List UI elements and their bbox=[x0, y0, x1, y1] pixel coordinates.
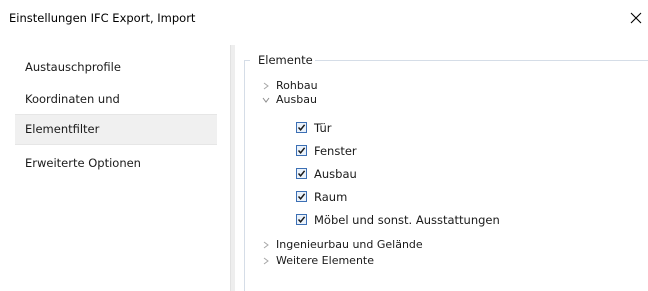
pane-divider[interactable] bbox=[230, 45, 235, 291]
close-button[interactable] bbox=[624, 6, 648, 30]
settings-dialog: Einstellungen IFC Export, Import Austaus… bbox=[0, 0, 648, 291]
tree-node-label: Rohbau bbox=[276, 79, 318, 92]
tree-node-label: Ingenieurbau und Gelände bbox=[276, 238, 423, 251]
tree-node-rohbau[interactable]: Rohbau bbox=[263, 79, 318, 93]
checkbox[interactable] bbox=[296, 214, 307, 225]
collapse-arrow-icon[interactable] bbox=[262, 96, 270, 104]
checkbox[interactable] bbox=[296, 122, 307, 133]
checkbox[interactable] bbox=[296, 191, 307, 202]
groupbox-label: Elemente bbox=[256, 53, 315, 67]
checkmark-icon bbox=[297, 193, 306, 200]
expand-arrow-icon[interactable] bbox=[262, 241, 270, 249]
close-icon bbox=[630, 12, 642, 24]
checkmark-icon bbox=[297, 170, 306, 177]
settings-sidebar: Austauschprofile Koordinaten und Längenp… bbox=[0, 36, 230, 291]
groupbox-border bbox=[304, 60, 648, 61]
sidebar-item-label: Erweiterte Optionen bbox=[25, 156, 141, 170]
tree-node-ingenieurbau[interactable]: Ingenieurbau und Gelände bbox=[263, 238, 423, 252]
sidebar-item-label: Austauschprofile bbox=[25, 60, 121, 74]
expand-arrow-icon[interactable] bbox=[262, 257, 270, 265]
checkmark-icon bbox=[297, 147, 306, 154]
checkmark-icon bbox=[297, 216, 306, 223]
checkbox-label: Tür bbox=[314, 121, 332, 135]
checkbox-label: Raum bbox=[314, 190, 348, 204]
tree-node-label: Weitere Elemente bbox=[276, 254, 374, 267]
sidebar-item-elementfilter[interactable]: Elementfilter bbox=[15, 114, 217, 145]
sidebar-item-austauschprofile[interactable]: Austauschprofile bbox=[15, 53, 217, 81]
checkbox-label: Ausbau bbox=[314, 167, 357, 181]
checkbox[interactable] bbox=[296, 145, 307, 156]
checkbox-label: Möbel und sonst. Ausstattungen bbox=[314, 213, 500, 227]
tree-node-weitere-elemente[interactable]: Weitere Elemente bbox=[263, 254, 374, 268]
checkmark-icon bbox=[297, 124, 306, 131]
dialog-title: Einstellungen IFC Export, Import bbox=[9, 11, 196, 25]
sidebar-item-label: Elementfilter bbox=[25, 122, 100, 136]
sidebar-item-koordinaten[interactable]: Koordinaten und Längenparameter bbox=[15, 85, 217, 134]
title-bar: Einstellungen IFC Export, Import bbox=[0, 0, 648, 36]
tree-node-ausbau[interactable]: Ausbau bbox=[262, 93, 317, 107]
tree-node-label: Ausbau bbox=[276, 93, 317, 106]
sidebar-item-erweiterte-optionen[interactable]: Erweiterte Optionen bbox=[15, 149, 217, 177]
checkbox[interactable] bbox=[296, 168, 307, 179]
expand-arrow-icon[interactable] bbox=[262, 82, 270, 90]
checkbox-label: Fenster bbox=[314, 144, 357, 158]
groupbox-border bbox=[244, 60, 245, 291]
